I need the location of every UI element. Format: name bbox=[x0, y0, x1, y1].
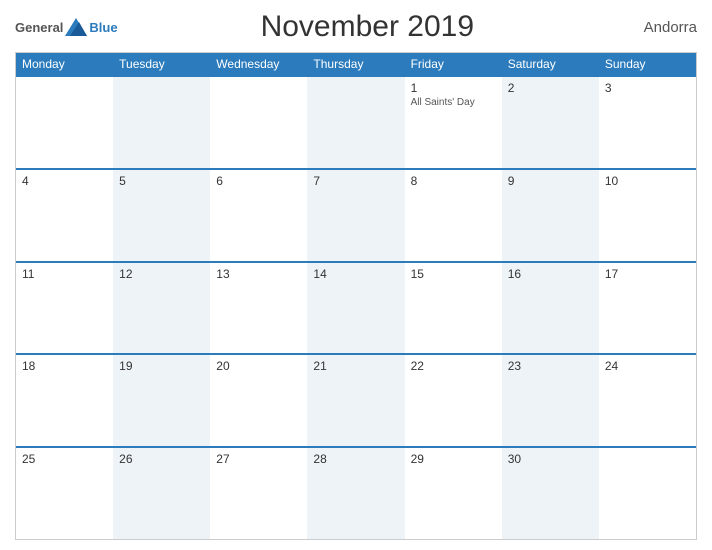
logo-blue-text: Blue bbox=[89, 20, 117, 35]
day-cell: 20 bbox=[210, 355, 307, 446]
day-cell: 5 bbox=[113, 170, 210, 261]
day-cell-empty bbox=[599, 448, 696, 539]
day-cell: 13 bbox=[210, 263, 307, 354]
calendar-weeks: 1 All Saints' Day 2 3 4 5 6 7 8 9 10 11 … bbox=[16, 75, 696, 539]
calendar-page: General Blue November 2019 Andorra Monda… bbox=[0, 0, 712, 550]
day-cell-nov2: 2 bbox=[502, 77, 599, 168]
day-cell: 27 bbox=[210, 448, 307, 539]
day-cell-nov1: 1 All Saints' Day bbox=[405, 77, 502, 168]
day-cell: 8 bbox=[405, 170, 502, 261]
day-header-tuesday: Tuesday bbox=[113, 53, 210, 75]
day-cell: 17 bbox=[599, 263, 696, 354]
calendar-grid: Monday Tuesday Wednesday Thursday Friday… bbox=[15, 52, 697, 540]
day-cell: 7 bbox=[307, 170, 404, 261]
country-label: Andorra bbox=[617, 19, 697, 36]
day-header-saturday: Saturday bbox=[502, 53, 599, 75]
day-headers-row: Monday Tuesday Wednesday Thursday Friday… bbox=[16, 53, 696, 75]
day-cell: 30 bbox=[502, 448, 599, 539]
day-header-sunday: Sunday bbox=[599, 53, 696, 75]
day-header-friday: Friday bbox=[405, 53, 502, 75]
calendar-header: General Blue November 2019 Andorra bbox=[15, 10, 697, 44]
all-saints-day-event: All Saints' Day bbox=[411, 97, 496, 108]
day-cell bbox=[210, 77, 307, 168]
week-row-4: 18 19 20 21 22 23 24 bbox=[16, 353, 696, 446]
day-cell: 26 bbox=[113, 448, 210, 539]
day-cell: 28 bbox=[307, 448, 404, 539]
day-cell bbox=[113, 77, 210, 168]
day-header-monday: Monday bbox=[16, 53, 113, 75]
day-cell: 21 bbox=[307, 355, 404, 446]
day-cell-nov3: 3 bbox=[599, 77, 696, 168]
logo-general-text: General bbox=[15, 20, 63, 35]
day-cell: 6 bbox=[210, 170, 307, 261]
day-cell: 4 bbox=[16, 170, 113, 261]
day-cell: 29 bbox=[405, 448, 502, 539]
calendar-title: November 2019 bbox=[118, 10, 617, 44]
logo: General Blue bbox=[15, 18, 118, 36]
day-cell bbox=[16, 77, 113, 168]
day-cell: 16 bbox=[502, 263, 599, 354]
day-cell: 24 bbox=[599, 355, 696, 446]
day-cell: 19 bbox=[113, 355, 210, 446]
day-cell: 10 bbox=[599, 170, 696, 261]
day-cell: 23 bbox=[502, 355, 599, 446]
day-cell: 25 bbox=[16, 448, 113, 539]
day-cell: 12 bbox=[113, 263, 210, 354]
logo-icon bbox=[65, 18, 87, 36]
week-row-3: 11 12 13 14 15 16 17 bbox=[16, 261, 696, 354]
day-cell: 14 bbox=[307, 263, 404, 354]
day-cell: 22 bbox=[405, 355, 502, 446]
day-cell: 15 bbox=[405, 263, 502, 354]
week-row-2: 4 5 6 7 8 9 10 bbox=[16, 168, 696, 261]
day-cell: 18 bbox=[16, 355, 113, 446]
day-cell: 9 bbox=[502, 170, 599, 261]
day-cell: 11 bbox=[16, 263, 113, 354]
week-row-1: 1 All Saints' Day 2 3 bbox=[16, 75, 696, 168]
week-row-5: 25 26 27 28 29 30 bbox=[16, 446, 696, 539]
day-cell bbox=[307, 77, 404, 168]
day-header-wednesday: Wednesday bbox=[210, 53, 307, 75]
day-header-thursday: Thursday bbox=[307, 53, 404, 75]
